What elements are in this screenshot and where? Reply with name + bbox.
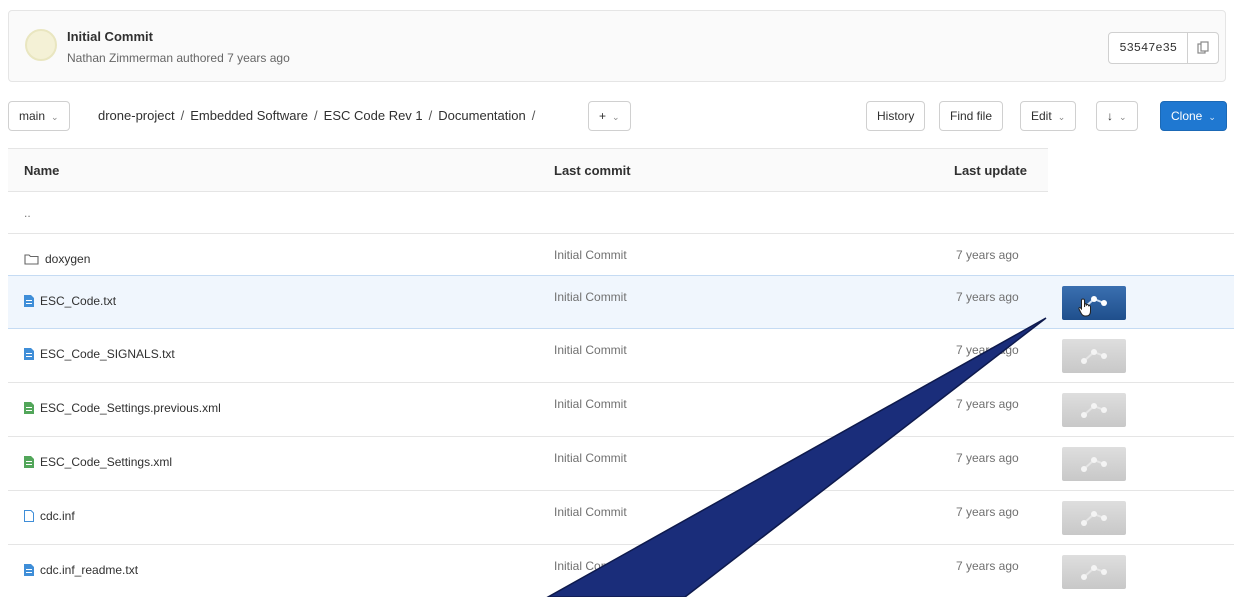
graph-icon	[1081, 349, 1107, 364]
last-commit-link[interactable]: Initial Commit	[554, 559, 627, 573]
download-dropdown-button[interactable]: ↓ ⌄	[1096, 101, 1138, 131]
file-text-icon	[24, 564, 34, 576]
avatar[interactable]	[25, 29, 57, 61]
breadcrumb-item[interactable]: Documentation	[438, 108, 525, 123]
branch-dropdown[interactable]: main ⌄	[8, 101, 70, 131]
graph-button[interactable]	[1062, 501, 1126, 535]
file-name: ESC_Code_SIGNALS.txt	[40, 347, 175, 361]
parent-directory-row[interactable]: ..	[8, 192, 1234, 234]
graph-icon	[1081, 511, 1107, 526]
file-name: ESC_Code_Settings.xml	[40, 455, 173, 469]
file-name-cell[interactable]: cdc.inf	[24, 509, 75, 523]
download-icon: ↓	[1107, 109, 1113, 123]
file-text-icon	[24, 348, 34, 360]
file-name-cell[interactable]: doxygen	[24, 252, 90, 266]
add-dropdown-button[interactable]: + ⌄	[588, 101, 631, 131]
find-file-button[interactable]: Find file	[939, 101, 1004, 131]
copy-icon	[1197, 41, 1209, 54]
copy-sha-button[interactable]	[1187, 33, 1218, 63]
last-commit-link[interactable]: Initial Commit	[554, 451, 627, 465]
breadcrumb-item[interactable]: ESC Code Rev 1	[324, 108, 423, 123]
edit-dropdown-button[interactable]: Edit ⌄	[1020, 101, 1077, 131]
file-name-cell[interactable]: ESC_Code.txt	[24, 294, 116, 308]
header-last-commit: Last commit	[554, 163, 631, 178]
file-name-cell[interactable]: ESC_Code_SIGNALS.txt	[24, 347, 175, 361]
file-name: doxygen	[45, 252, 91, 266]
last-update: 7 years ago	[956, 290, 1019, 304]
file-code-icon	[24, 456, 34, 468]
last-update: 7 years ago	[956, 505, 1019, 519]
breadcrumb-item[interactable]: Embedded Software	[190, 108, 308, 123]
edit-label: Edit	[1031, 109, 1052, 123]
table-row[interactable]: cdc.inf_readme.txt Initial Commit 7 year…	[8, 545, 1234, 599]
history-button[interactable]: History	[866, 101, 926, 131]
clone-dropdown-button[interactable]: Clone ⌄	[1160, 101, 1227, 131]
last-update: 7 years ago	[956, 559, 1019, 573]
breadcrumb-item[interactable]: drone-project	[98, 108, 175, 123]
file-icon	[24, 510, 34, 522]
file-name-cell[interactable]: ESC_Code_Settings.previous.xml	[24, 401, 221, 415]
graph-button[interactable]	[1062, 393, 1126, 427]
table-row[interactable]: ESC_Code_SIGNALS.txt Initial Commit 7 ye…	[8, 329, 1234, 383]
graph-button[interactable]	[1062, 447, 1126, 481]
file-name: ESC_Code.txt	[40, 294, 117, 308]
commit-info-bar: Initial Commit Nathan Zimmerman authored…	[8, 10, 1226, 82]
chevron-down-icon: ⌄	[612, 112, 620, 122]
commit-meta: Nathan Zimmerman authored 7 years ago	[67, 51, 290, 65]
graph-button[interactable]	[1062, 286, 1126, 320]
table-header: Name Last commit Last update	[8, 148, 1048, 192]
file-name: ESC_Code_Settings.previous.xml	[40, 401, 221, 415]
commit-sha-group: 53547e35	[1108, 32, 1219, 64]
table-row[interactable]: ESC_Code.txt Initial Commit 7 years ago	[8, 275, 1234, 329]
chevron-down-icon: ⌄	[1208, 112, 1216, 122]
file-text-icon	[24, 295, 34, 307]
table-row[interactable]: ESC_Code_Settings.xml Initial Commit 7 y…	[8, 437, 1234, 491]
graph-button[interactable]	[1062, 555, 1126, 589]
last-commit-link[interactable]: Initial Commit	[554, 505, 627, 519]
table-row[interactable]: cdc.inf Initial Commit 7 years ago	[8, 491, 1234, 545]
table-row[interactable]: ESC_Code_Settings.previous.xml Initial C…	[8, 383, 1234, 437]
file-name-cell[interactable]: ESC_Code_Settings.xml	[24, 455, 172, 469]
branch-label: main	[19, 109, 46, 123]
header-last-update: Last update	[954, 163, 1027, 178]
chevron-down-icon: ⌄	[1057, 112, 1066, 122]
last-commit-link[interactable]: Initial Commit	[554, 397, 627, 411]
file-name: cdc.inf	[40, 509, 75, 523]
last-update: 7 years ago	[956, 451, 1019, 465]
graph-icon	[1081, 457, 1107, 472]
last-commit-link[interactable]: Initial Commit	[554, 343, 627, 357]
header-name: Name	[24, 163, 60, 178]
plus-icon: +	[599, 109, 607, 123]
folder-icon	[24, 254, 39, 265]
commit-title[interactable]: Initial Commit	[67, 29, 153, 44]
chevron-down-icon: ⌄	[1119, 112, 1127, 122]
graph-icon	[1081, 403, 1107, 418]
last-update: 7 years ago	[956, 397, 1019, 411]
last-update: 7 years ago	[956, 248, 1019, 262]
last-commit-link[interactable]: Initial Commit	[554, 248, 627, 262]
graph-button[interactable]	[1062, 339, 1126, 373]
repo-toolbar: main ⌄ drone-project / Embedded Software / ES…	[8, 101, 1234, 133]
chevron-down-icon: ⌄	[51, 112, 59, 122]
breadcrumb: drone-project / Embedded Software / ESC Code…	[98, 108, 536, 123]
file-name: cdc.inf_readme.txt	[40, 563, 139, 577]
clone-label: Clone	[1171, 109, 1203, 123]
hand-cursor-icon	[1078, 298, 1091, 317]
file-code-icon	[24, 402, 34, 414]
last-commit-link[interactable]: Initial Commit	[554, 290, 627, 304]
commit-sha[interactable]: 53547e35	[1109, 33, 1187, 63]
file-name-cell[interactable]: cdc.inf_readme.txt	[24, 563, 138, 577]
graph-icon	[1081, 565, 1107, 580]
last-update: 7 years ago	[956, 343, 1019, 357]
parent-directory-link[interactable]: ..	[24, 206, 31, 220]
